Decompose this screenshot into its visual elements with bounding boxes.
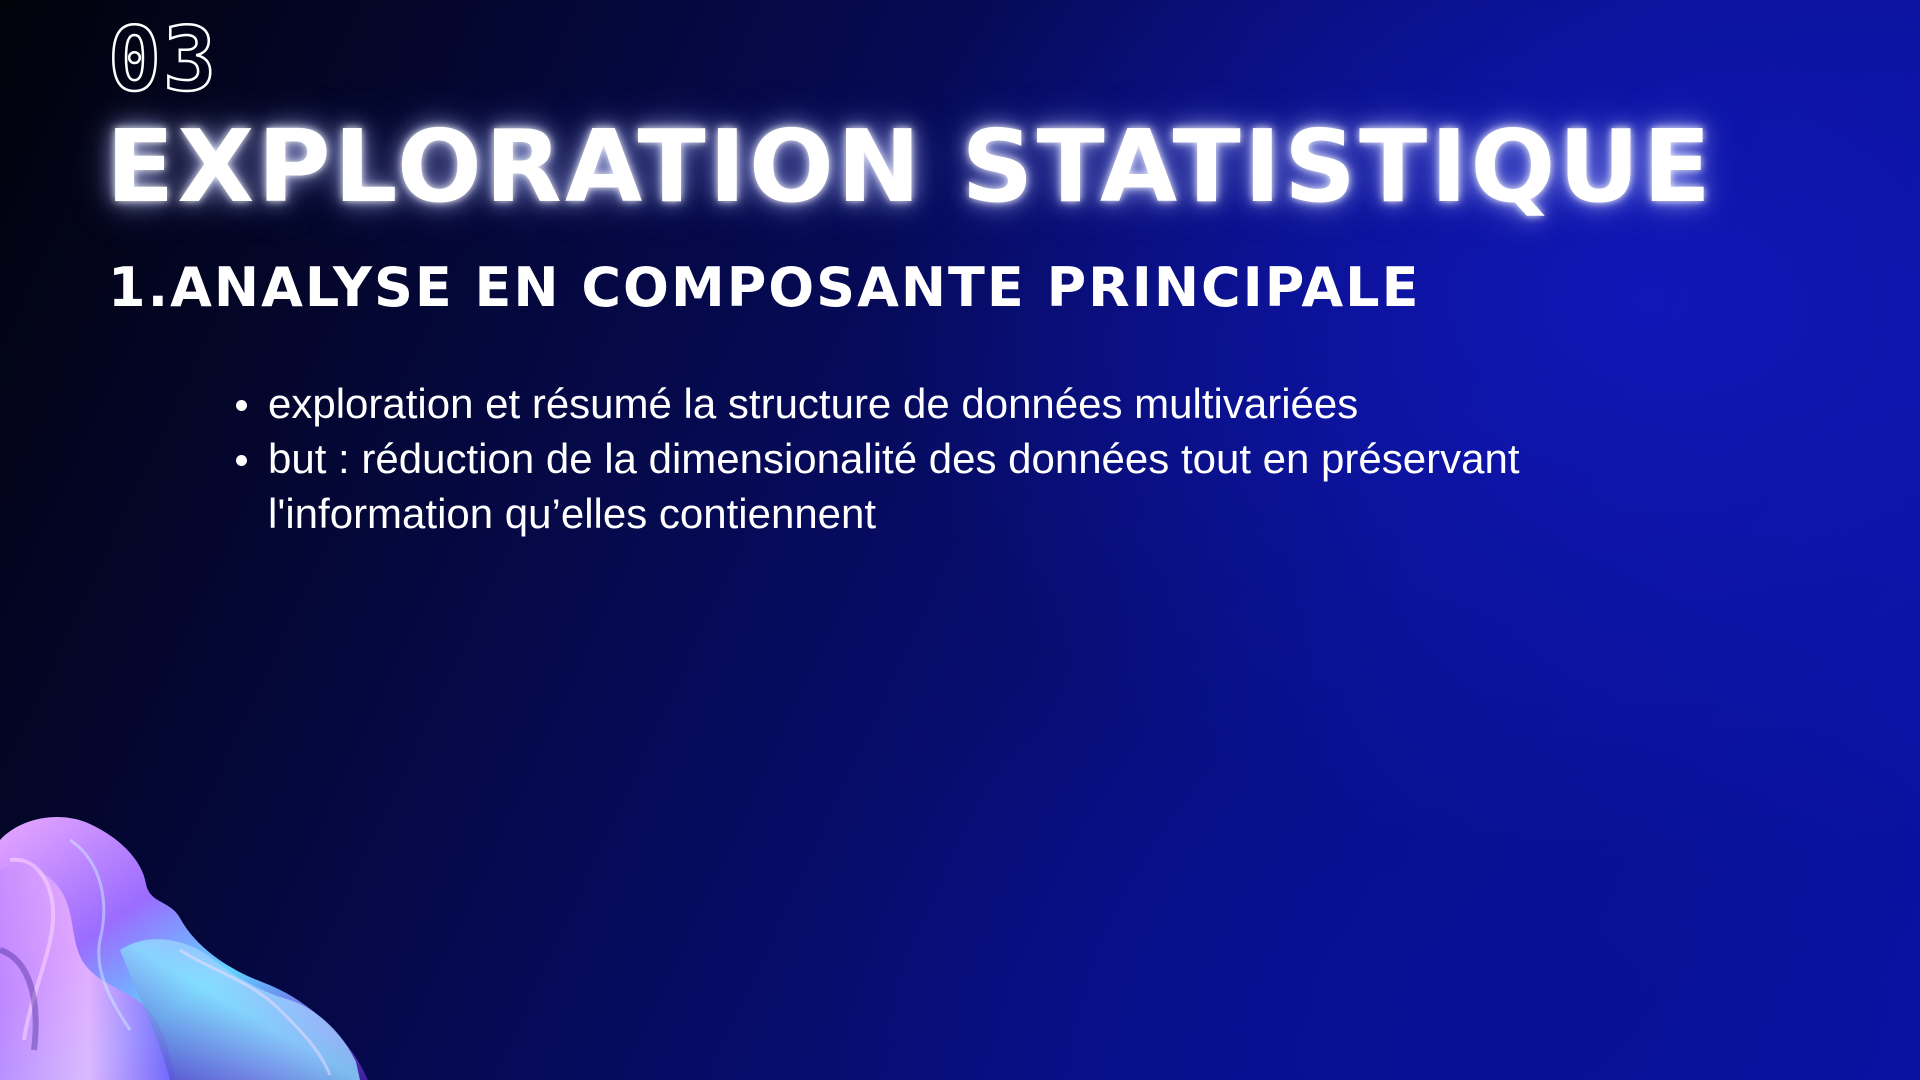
bullet-item: but : réduction de la dimensionalité des… — [232, 431, 1652, 541]
slide-title: EXPLORATION STATISTIQUE — [106, 108, 1714, 225]
iridescent-fabric-sculpture-image — [0, 817, 368, 1080]
slide-number: 03 — [107, 8, 218, 111]
bullet-list: exploration et résumé la structure de do… — [232, 376, 1652, 541]
section-subtitle: 1.ANALYSE EN COMPOSANTE PRINCIPALE — [108, 256, 1421, 319]
bullet-item: exploration et résumé la structure de do… — [232, 376, 1652, 431]
